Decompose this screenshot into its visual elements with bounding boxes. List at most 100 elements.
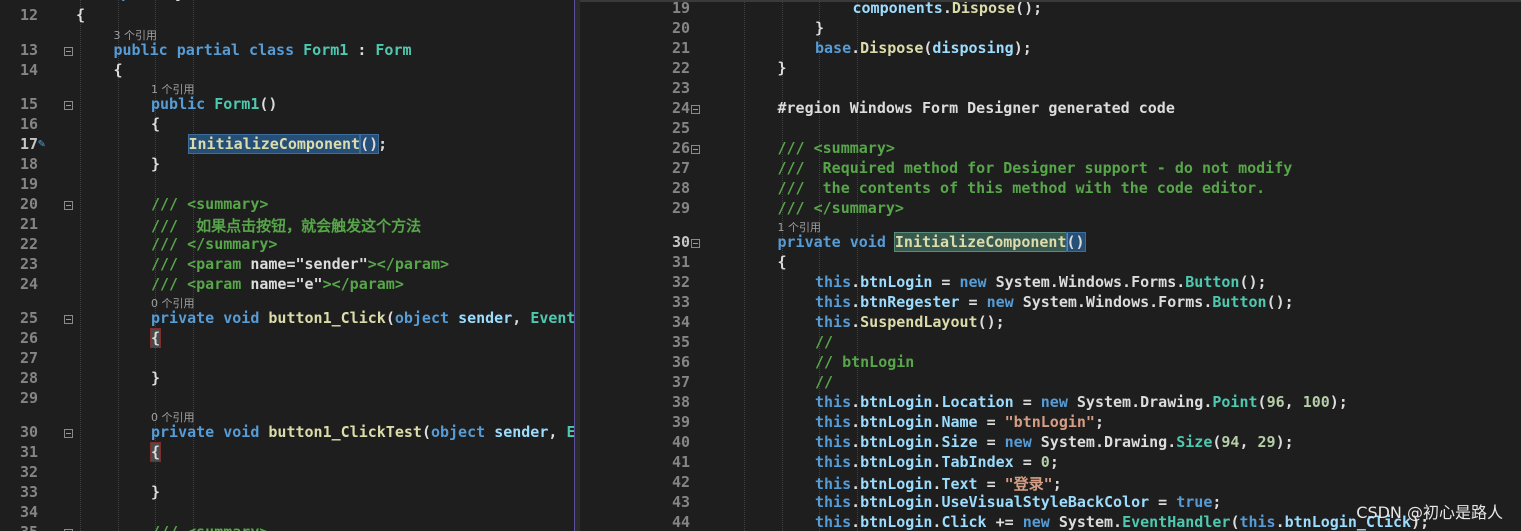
code-token: btnLogin [860,393,933,411]
line-number: 34 [19,503,38,521]
code-line[interactable]: this.btnLogin.Click += new System.EventH… [815,513,1429,531]
code-line[interactable]: private void button1_ClickTest(object se… [151,423,574,441]
code-token: btnLogin [860,493,933,511]
collapse-icon[interactable] [691,145,700,154]
code-line[interactable]: } [151,483,160,501]
code-line[interactable]: // btnLogin [815,353,914,371]
code-line[interactable]: { [151,115,160,133]
code-line[interactable]: this.SuspendLayout(); [815,313,1005,331]
code-token: Form1 [303,41,349,59]
line-number: 33 [671,293,690,311]
code-line[interactable]: this.btnLogin.UseVisualStyleBackColor = … [815,493,1221,511]
code-line[interactable]: /// <summary> [151,195,268,213]
pencil-icon[interactable]: ✎ [38,136,45,150]
code-token: (); [1015,0,1043,17]
code-token: UseVisualStyleBackColor [941,493,1150,511]
code-line[interactable]: { [778,253,787,271]
code-token: Form [375,41,412,59]
code-line[interactable]: /// </summary> [778,199,904,217]
left-code-editor[interactable]: 11namespace MyWinForm12{3 个引用13public pa… [0,0,574,531]
code-line[interactable]: /// the contents of this method with the… [778,179,1266,197]
right-code-editor[interactable]: 18{19components.Dispose();20}21base.Disp… [580,0,1521,531]
code-line[interactable]: private void button1_Click(object sender… [151,309,574,327]
code-line[interactable]: { [76,6,85,24]
code-token: btnLogin [860,413,933,431]
code-line[interactable]: { [114,61,123,79]
code-line[interactable]: this.btnRegester = new System.Windows.Fo… [815,293,1294,311]
code-line[interactable]: // [815,333,833,351]
line-number: 23 [19,255,38,273]
collapse-icon[interactable] [64,47,73,56]
code-token: 96 [1266,393,1285,411]
collapse-icon[interactable] [64,201,73,210]
code-token: = [977,413,1005,431]
code-token: } [777,59,787,77]
code-token: (); [1266,293,1294,311]
line-number: 21 [19,215,38,233]
code-line[interactable]: /// <summary> [778,139,895,157]
code-line[interactable]: namespace MyWinForm [76,0,248,2]
code-line[interactable]: this.btnLogin.Name = "btnLogin"; [815,413,1104,431]
indent-guide [819,0,820,531]
code-line[interactable]: } [815,19,824,37]
code-line[interactable]: this.btnLogin.Text = "登录"; [815,473,1062,494]
code-line[interactable]: base.Dispose(disposing); [815,39,1032,57]
code-token: /// <summary> [777,139,895,157]
collapse-icon[interactable] [691,105,700,114]
code-line[interactable]: private void InitializeComponent() [778,232,1086,252]
code-line[interactable]: InitializeComponent(); [187,134,387,154]
code-token: . [1275,513,1285,531]
code-token: ); [1275,433,1294,451]
code-token: Button [1212,293,1267,311]
code-line[interactable]: /// </summary> [151,235,277,253]
code-line[interactable]: this.btnLogin.TabIndex = 0; [815,453,1059,471]
line-number: 31 [19,443,38,461]
code-line[interactable]: /// <summary> [151,523,268,531]
code-line[interactable]: /// Required method for Designer support… [778,159,1293,177]
code-line[interactable]: // [815,373,833,391]
code-line[interactable]: this.btnLogin.Location = new System.Draw… [815,393,1348,411]
code-line[interactable]: components.Dispose(); [853,0,1043,17]
code-token: this [815,433,852,451]
code-token: . [851,393,861,411]
code-line[interactable]: #region Windows Form Designer generated … [778,99,1175,117]
line-number: 31 [671,253,690,271]
code-token: = [977,433,1005,451]
code-token: 29 [1257,433,1276,451]
code-token: += [986,513,1023,531]
code-token: btnLogin [860,273,933,291]
code-token: Dispose [860,39,924,57]
code-line[interactable]: } [151,369,160,387]
line-number: 13 [19,41,38,59]
collapse-icon[interactable] [64,315,73,324]
code-token: this [815,493,852,511]
code-line[interactable]: { [149,442,162,462]
code-line[interactable]: } [778,59,787,77]
code-token: /// <param [151,275,251,293]
code-token: (); [977,313,1005,331]
code-token: Size [941,433,978,451]
code-token: Form1 [214,95,260,113]
code-token: // [815,373,834,391]
code-line[interactable]: /// <param name="sender"></param> [151,255,449,273]
line-number: 29 [671,199,690,217]
code-line[interactable]: /// <param name="e"></param> [151,275,404,293]
code-token: . [851,493,861,511]
code-line[interactable]: this.btnLogin.Size = new System.Drawing.… [815,433,1294,451]
code-token: { [113,61,123,79]
code-token: = [977,475,1005,493]
collapse-icon[interactable] [64,101,73,110]
code-line[interactable]: { [149,328,162,348]
collapse-icon[interactable] [64,429,73,438]
line-number: 25 [671,119,690,137]
code-token: btnLogin [860,513,933,531]
code-line[interactable]: this.btnLogin = new System.Windows.Forms… [815,273,1267,291]
code-line[interactable]: public partial class Form1 : Form [114,41,412,59]
collapse-icon[interactable] [691,239,700,248]
code-token: this [815,413,852,431]
code-line[interactable]: } [151,155,160,173]
code-line[interactable]: public Form1() [151,95,277,113]
code-line[interactable]: /// 如果点击按钮，就会触发这个方法 [151,215,421,236]
